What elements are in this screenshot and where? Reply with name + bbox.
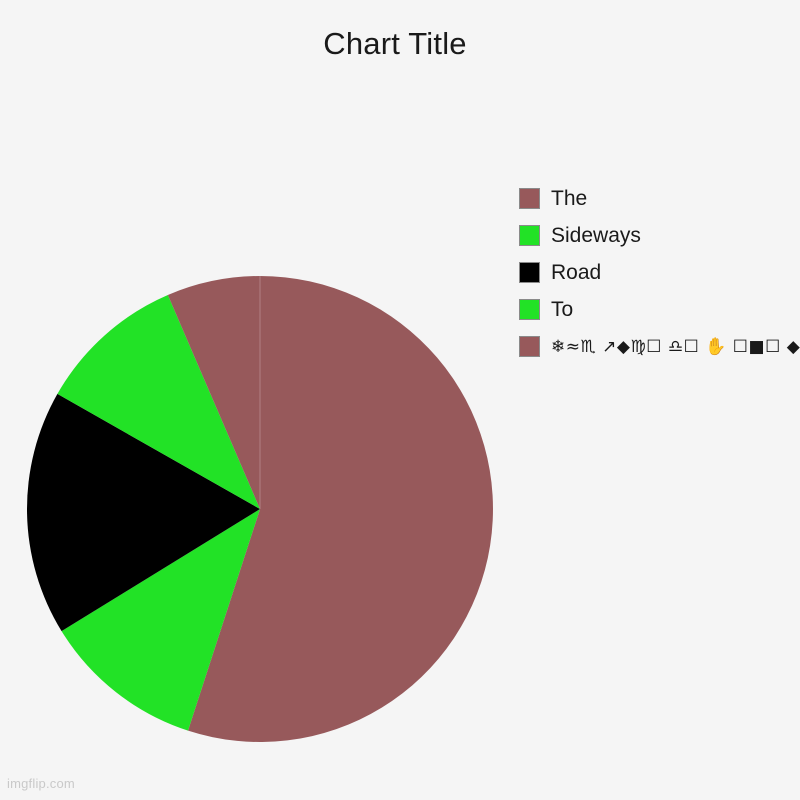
pie-plot-area (27, 276, 493, 742)
legend-item-symbols[interactable]: ❄≈♏ ↗◆♍☐ ♎☐ ✋ ☐■☐ ◆ (519, 328, 800, 365)
legend-item-to[interactable]: To (519, 291, 795, 328)
page-title: Chart Title (323, 26, 467, 61)
legend-item-label: Sideways (551, 223, 641, 247)
legend-swatch-icon (519, 336, 540, 357)
chart-legend: The Sideways Road To ❄≈♏ ↗◆♍☐ ♎☐ ✋ ☐■☐ ◆ (519, 180, 800, 365)
legend-swatch-icon (519, 262, 540, 283)
legend-item-sideways[interactable]: Sideways (519, 217, 795, 254)
legend-swatch-icon (519, 299, 540, 320)
legend-item-label: To (551, 297, 574, 321)
legend-swatch-icon (519, 225, 540, 246)
pie-chart-figure: Chart Title The Sideways Road To ❄≈♏ ↗◆♍… (0, 0, 800, 800)
pie-slices-group (27, 276, 493, 742)
legend-item-the[interactable]: The (519, 180, 795, 217)
legend-item-label: The (551, 186, 588, 210)
legend-item-road[interactable]: Road (519, 254, 795, 291)
legend-item-label: ❄≈♏ ↗◆♍☐ ♎☐ ✋ ☐■☐ ◆ (551, 336, 800, 357)
legend-item-label: Road (551, 260, 602, 284)
legend-swatch-icon (519, 188, 540, 209)
pie-svg (27, 276, 493, 742)
imgflip-watermark: imgflip.com (7, 776, 75, 791)
